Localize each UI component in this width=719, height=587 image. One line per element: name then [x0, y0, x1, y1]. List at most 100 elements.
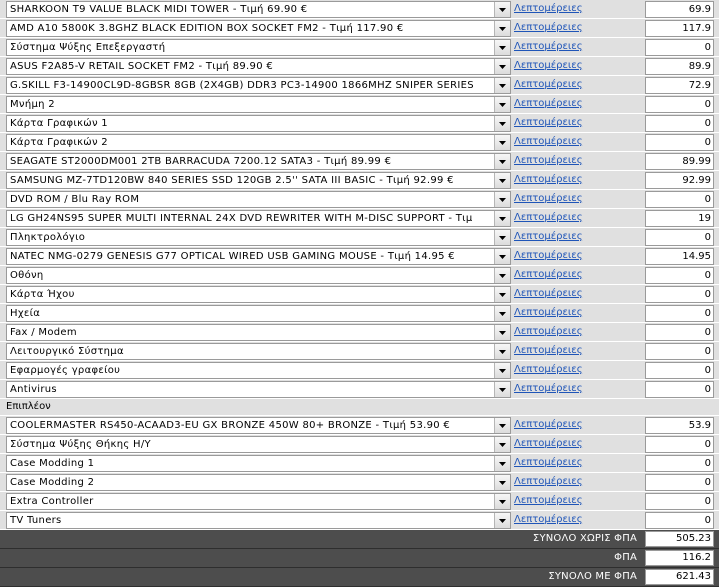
component-select[interactable]: Ηχεία [6, 305, 511, 322]
details-link[interactable]: Λεπτομέρειες [514, 476, 583, 487]
details-link[interactable]: Λεπτομέρειες [514, 457, 583, 468]
chevron-down-icon[interactable] [494, 116, 510, 131]
chevron-down-icon[interactable] [494, 382, 510, 397]
chevron-down-icon[interactable] [494, 268, 510, 283]
component-row: ASUS F2A85-V RETAIL SOCKET FM2 - Τιμή 89… [0, 57, 719, 76]
component-row: Οθόνη Λεπτομέρειες 0 [0, 266, 719, 285]
component-row: LG GH24NS95 SUPER MULTI INTERNAL 24X DVD… [0, 209, 719, 228]
details-link[interactable]: Λεπτομέρειες [514, 288, 583, 299]
component-select[interactable]: SEAGATE ST2000DM001 2TB BARRACUDA 7200.1… [6, 153, 511, 170]
component-select[interactable]: Case Modding 2 [6, 474, 511, 491]
price-field: 69.9 [645, 1, 714, 18]
chevron-down-icon[interactable] [494, 456, 510, 471]
component-select[interactable]: COOLERMASTER RS450-ACAAD3-EU GX BRONZE 4… [6, 417, 511, 434]
component-select[interactable]: SAMSUNG MZ-7TD120BW 840 SERIES SSD 120GB… [6, 172, 511, 189]
details-link[interactable]: Λεπτομέρειες [514, 22, 583, 33]
chevron-down-icon[interactable] [494, 513, 510, 528]
chevron-down-icon[interactable] [494, 287, 510, 302]
component-select[interactable]: Οθόνη [6, 267, 511, 284]
details-link[interactable]: Λεπτομέρειες [514, 231, 583, 242]
component-select[interactable]: Εφαρμογές γραφείου [6, 362, 511, 379]
component-select[interactable]: Σύστημα Ψύξης Θήκης Η/Υ [6, 436, 511, 453]
details-link[interactable]: Λεπτομέρειες [514, 155, 583, 166]
component-select[interactable]: Antivirus [6, 381, 511, 398]
chevron-down-icon[interactable] [494, 249, 510, 264]
price-field: 0 [645, 286, 714, 303]
details-link[interactable]: Λεπτομέρειες [514, 438, 583, 449]
component-select-value: Antivirus [10, 384, 57, 395]
chevron-down-icon[interactable] [494, 154, 510, 169]
details-link[interactable]: Λεπτομέρειες [514, 364, 583, 375]
chevron-down-icon[interactable] [494, 230, 510, 245]
details-link[interactable]: Λεπτομέρειες [514, 212, 583, 223]
component-select[interactable]: ASUS F2A85-V RETAIL SOCKET FM2 - Τιμή 89… [6, 58, 511, 75]
price-field: 0 [645, 134, 714, 151]
details-link[interactable]: Λεπτομέρειες [514, 174, 583, 185]
component-select[interactable]: Κάρτα Γραφικών 2 [6, 134, 511, 151]
total-value: 621.43 [645, 569, 714, 585]
component-select[interactable]: Case Modding 1 [6, 455, 511, 472]
component-select[interactable]: TV Tuners [6, 512, 511, 529]
details-link[interactable]: Λεπτομέρειες [514, 98, 583, 109]
chevron-down-icon[interactable] [494, 78, 510, 93]
component-select-value: Εφαρμογές γραφείου [10, 365, 121, 376]
component-select[interactable]: Λειτουργικό Σύστημα [6, 343, 511, 360]
component-row: NATEC NMG-0279 GENESIS G77 OPTICAL WIRED… [0, 247, 719, 266]
chevron-down-icon[interactable] [494, 97, 510, 112]
price-field: 53.9 [645, 417, 714, 434]
component-select[interactable]: Πληκτρολόγιο [6, 229, 511, 246]
details-link[interactable]: Λεπτομέρειες [514, 495, 583, 506]
chevron-down-icon[interactable] [494, 2, 510, 17]
chevron-down-icon[interactable] [494, 21, 510, 36]
component-select[interactable]: Κάρτα Γραφικών 1 [6, 115, 511, 132]
component-select[interactable]: LG GH24NS95 SUPER MULTI INTERNAL 24X DVD… [6, 210, 511, 227]
details-link[interactable]: Λεπτομέρειες [514, 345, 583, 356]
component-select[interactable]: Μνήμη 2 [6, 96, 511, 113]
totals-block: ΣΥΝΟΛΟ ΧΩΡΙΣ ΦΠΑ 505.23 ΦΠΑ 116.2 ΣΥΝΟΛΟ ΜΕ … [0, 530, 719, 587]
component-select[interactable]: AMD A10 5800K 3.8GHZ BLACK EDITION BOX S… [6, 20, 511, 37]
details-link[interactable]: Λεπτομέρειες [514, 193, 583, 204]
chevron-down-icon[interactable] [494, 437, 510, 452]
details-link[interactable]: Λεπτομέρειες [514, 514, 583, 525]
details-link[interactable]: Λεπτομέρειες [514, 117, 583, 128]
component-select[interactable]: Extra Controller [6, 493, 511, 510]
component-select[interactable]: Fax / Modem [6, 324, 511, 341]
chevron-down-icon[interactable] [494, 192, 510, 207]
chevron-down-icon[interactable] [494, 344, 510, 359]
details-link[interactable]: Λεπτομέρειες [514, 60, 583, 71]
chevron-down-icon[interactable] [494, 325, 510, 340]
price-field: 0 [645, 493, 714, 510]
chevron-down-icon[interactable] [494, 59, 510, 74]
component-row: Σύστημα Ψύξης Επεξεργαστή Λεπτομέρειες 0 [0, 38, 719, 57]
chevron-down-icon[interactable] [494, 173, 510, 188]
component-select[interactable]: SHARKOON T9 VALUE BLACK MIDI TOWER - Τιμ… [6, 1, 511, 18]
component-select-value: Case Modding 2 [10, 477, 95, 488]
component-select[interactable]: Κάρτα Ήχου [6, 286, 511, 303]
component-select[interactable]: NATEC NMG-0279 GENESIS G77 OPTICAL WIRED… [6, 248, 511, 265]
details-link[interactable]: Λεπτομέρειες [514, 136, 583, 147]
component-select-value: SEAGATE ST2000DM001 2TB BARRACUDA 7200.1… [10, 156, 392, 167]
details-link[interactable]: Λεπτομέρειες [514, 383, 583, 394]
details-link[interactable]: Λεπτομέρειες [514, 307, 583, 318]
details-link[interactable]: Λεπτομέρειες [514, 41, 583, 52]
details-link[interactable]: Λεπτομέρειες [514, 326, 583, 337]
details-link[interactable]: Λεπτομέρειες [514, 250, 583, 261]
component-select[interactable]: DVD ROM / Blu Ray ROM [6, 191, 511, 208]
chevron-down-icon[interactable] [494, 40, 510, 55]
chevron-down-icon[interactable] [494, 475, 510, 490]
component-list: SHARKOON T9 VALUE BLACK MIDI TOWER - Τιμ… [0, 0, 719, 399]
details-link[interactable]: Λεπτομέρειες [514, 79, 583, 90]
chevron-down-icon[interactable] [494, 135, 510, 150]
price-field: 92.99 [645, 172, 714, 189]
component-row: Case Modding 1 Λεπτομέρειες 0 [0, 454, 719, 473]
chevron-down-icon[interactable] [494, 363, 510, 378]
component-select[interactable]: G.SKILL F3-14900CL9D-8GBSR 8GB (2X4GB) D… [6, 77, 511, 94]
details-link[interactable]: Λεπτομέρειες [514, 419, 583, 430]
chevron-down-icon[interactable] [494, 418, 510, 433]
details-link[interactable]: Λεπτομέρειες [514, 3, 583, 14]
component-select[interactable]: Σύστημα Ψύξης Επεξεργαστή [6, 39, 511, 56]
chevron-down-icon[interactable] [494, 306, 510, 321]
details-link[interactable]: Λεπτομέρειες [514, 269, 583, 280]
chevron-down-icon[interactable] [494, 211, 510, 226]
chevron-down-icon[interactable] [494, 494, 510, 509]
